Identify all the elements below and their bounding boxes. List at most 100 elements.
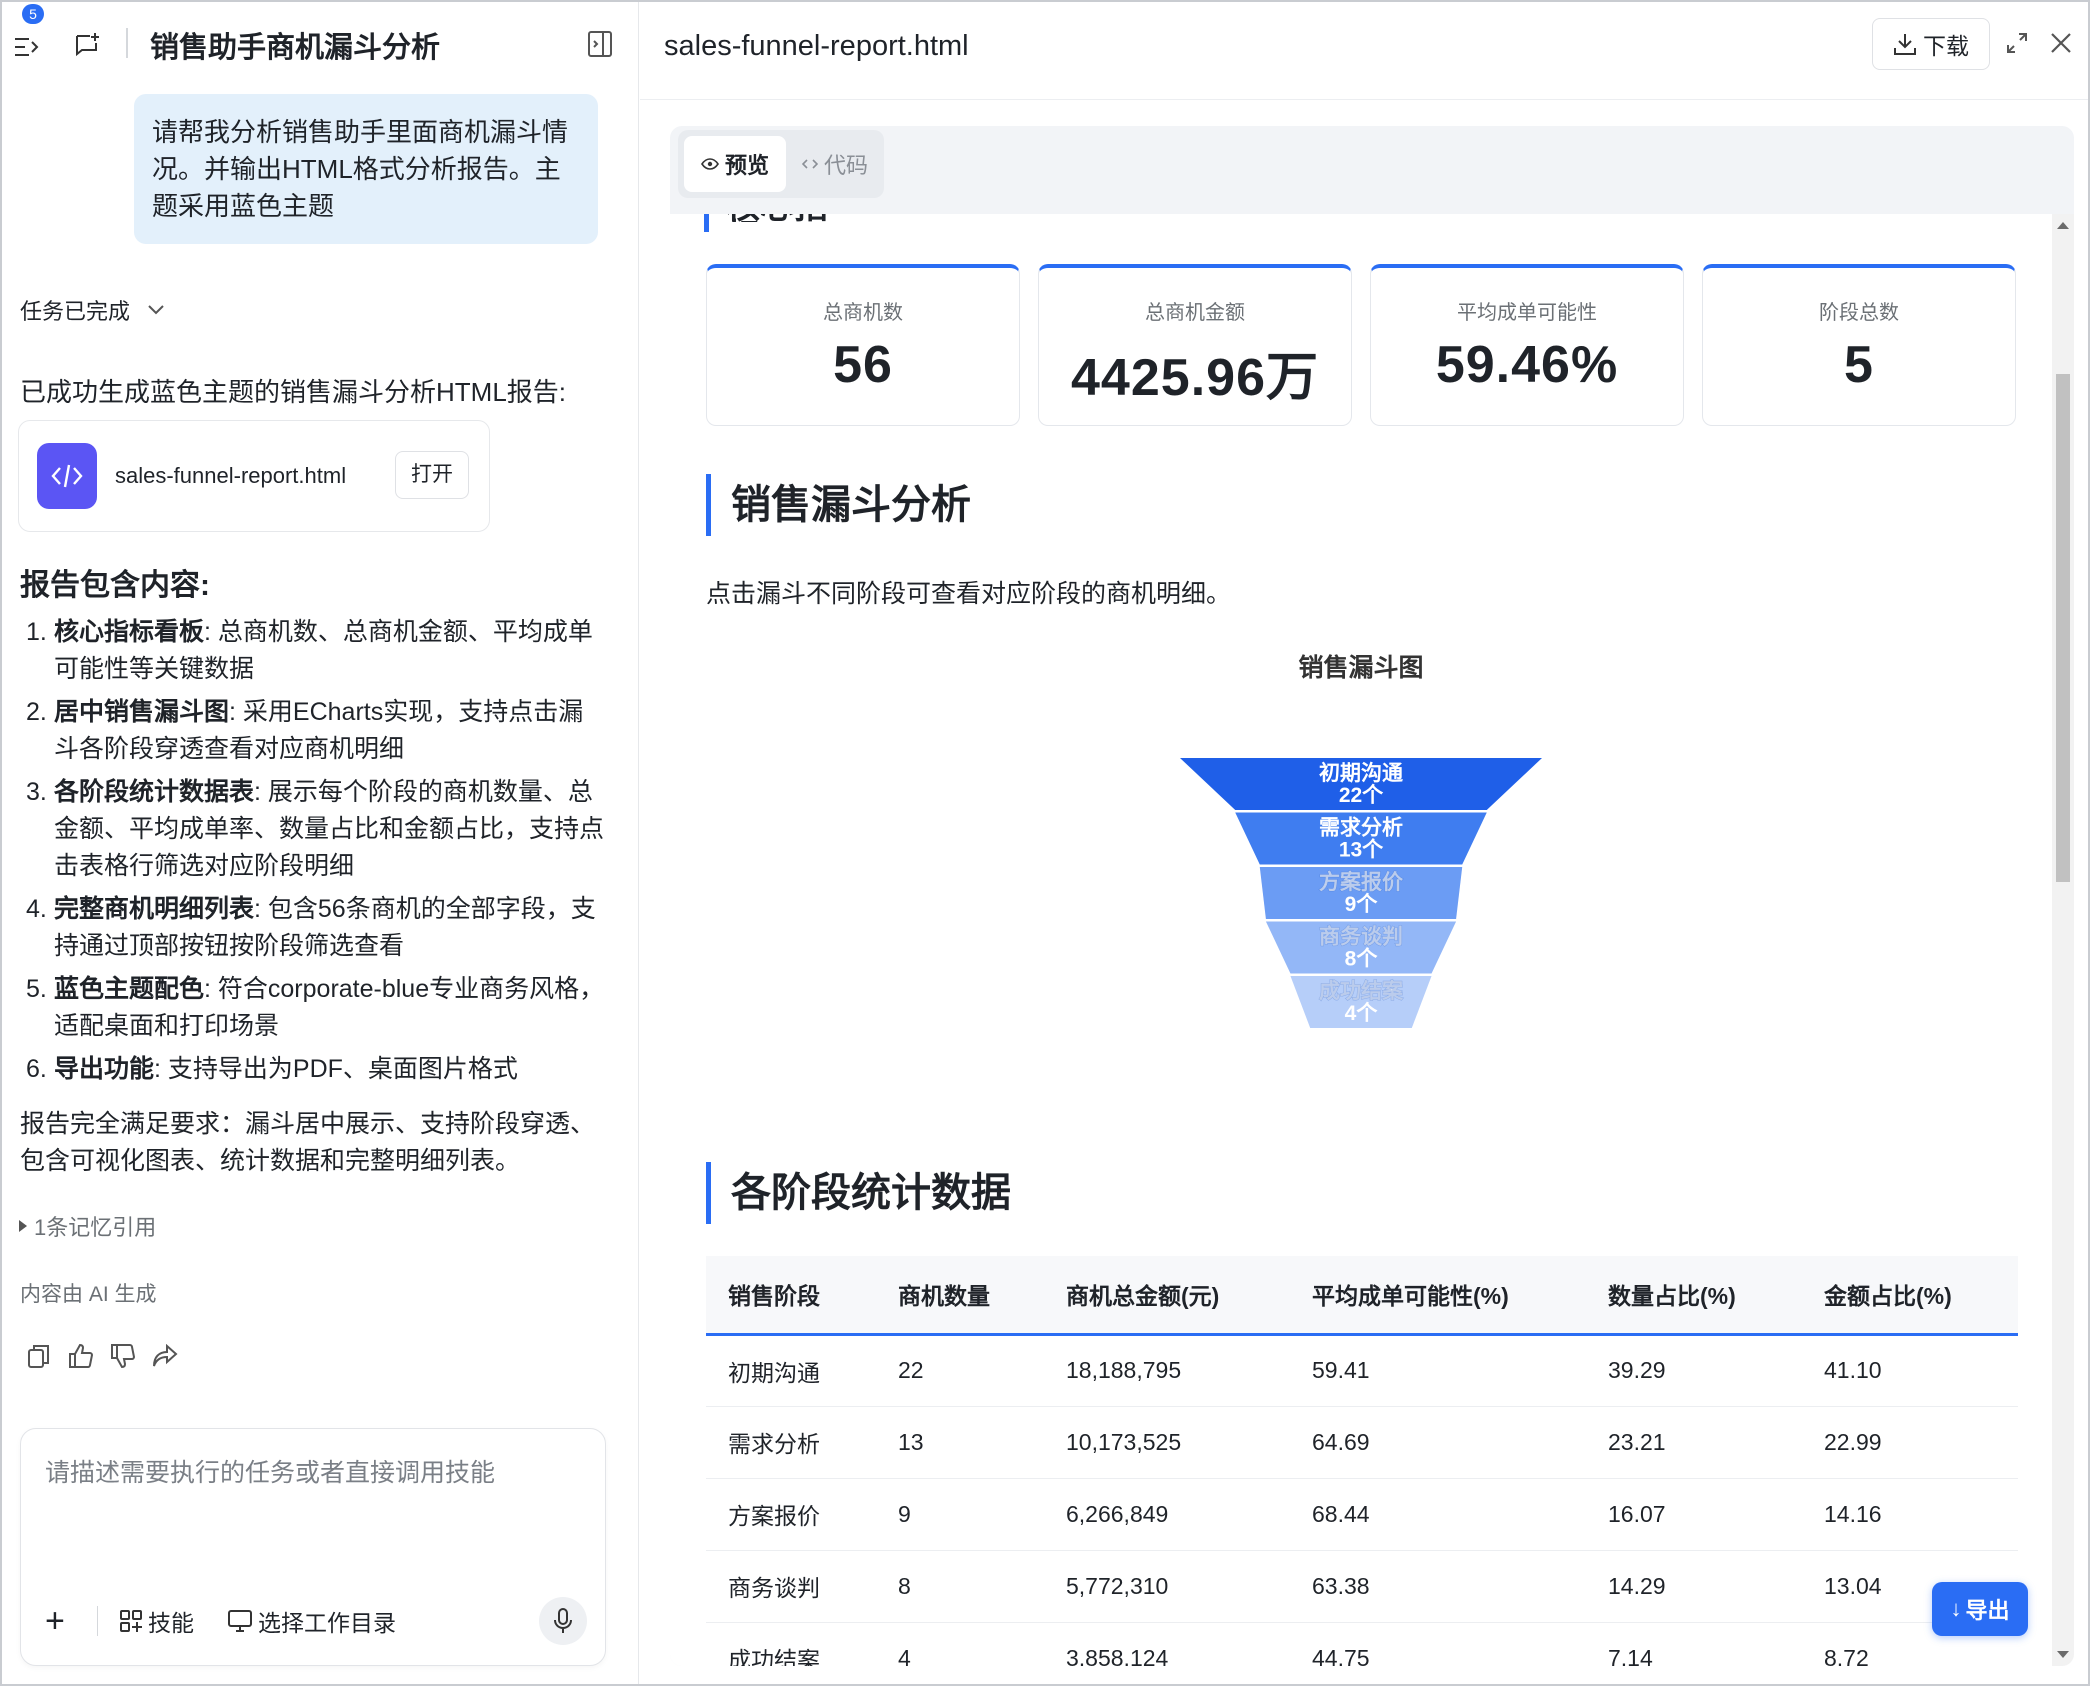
funnel-label: 商务谈判 <box>1319 925 1403 949</box>
funnel-label: 初期沟通 <box>1319 761 1403 785</box>
microphone-button[interactable] <box>539 1597 587 1645</box>
table-cell: 18,188,795 <box>1044 1334 1290 1407</box>
thumbs-down-icon[interactable] <box>110 1342 136 1370</box>
table-cell: 成功结案 <box>706 1622 876 1666</box>
kpi-label: 阶段总数 <box>1819 302 1899 324</box>
chart-title: 销售漏斗图 <box>1298 654 1424 682</box>
table-cell: 63.38 <box>1290 1550 1586 1623</box>
column-header: 销售阶段 <box>706 1256 876 1336</box>
report-document[interactable]: 核心指标 总商机数 56 总商机金额 4425.96万 平均成单可能性 59.4… <box>670 214 2074 1666</box>
preview-header: sales-funnel-report.html 下载 <box>640 2 2088 100</box>
task-status-label: 任务已完成 <box>20 299 131 324</box>
kpi-card: 平均成单可能性 59.46% <box>1370 264 1684 426</box>
table-cell: 23.21 <box>1586 1406 1802 1479</box>
report-contents-list: 1. 核心指标看板: 总商机数、总商机金额、平均成单可能性等关键数据 2. 居中销售… <box>26 614 606 1094</box>
table-cell: 方案报价 <box>706 1478 876 1551</box>
microphone-icon <box>554 1608 572 1633</box>
funnel-note: 点击漏斗不同阶段可查看对应阶段的商机明细。 <box>706 580 1232 608</box>
chat-input[interactable]: 请描述需要执行的任务或者直接调用技能 + 技能 选择工作目录 <box>20 1428 606 1666</box>
stats-table: 销售阶段 商机数量 商机总金额(元) 平均成单可能性(%) 数量占比(%) 金额… <box>706 1256 2018 1666</box>
close-icon[interactable] <box>2050 32 2072 59</box>
view-tabs: 预览 代码 <box>678 130 884 198</box>
funnel-chart[interactable]: 初期沟通22个需求分析13个方案报价9个商务谈判8个成功结案4个 <box>670 734 2052 1034</box>
table-cell: 22 <box>876 1334 1044 1407</box>
table-row[interactable]: 成功结案 4 3,858,124 44.75 7.14 8.72 <box>706 1622 2018 1666</box>
select-workdir-button[interactable]: 选择工作目录 <box>228 1604 396 1638</box>
table-header-row: 销售阶段 商机数量 商机总金额(元) 平均成单可能性(%) 数量占比(%) 金额… <box>706 1256 2018 1336</box>
user-message: 请帮我分析销售助手里面商机漏斗情况。并输出HTML格式分析报告。主题采用蓝色主题 <box>134 94 598 244</box>
list-item: 2. 居中销售漏斗图: 采用ECharts实现，支持点击漏斗各阶段穿透查看对应商机… <box>26 698 584 763</box>
table-cell: 22.99 <box>1802 1406 2018 1479</box>
chat-panel: 5 销售助手商机漏斗分析 请帮我分析销售助手里面商机漏斗情况。并输出HTML格式… <box>2 2 639 1684</box>
table-cell: 41.10 <box>1802 1334 2018 1407</box>
code-file-icon <box>37 443 97 509</box>
scrollbar-thumb[interactable] <box>2056 374 2070 882</box>
funnel-label: 成功结案 <box>1319 979 1404 1003</box>
table-cell: 10,173,525 <box>1044 1406 1290 1479</box>
column-header: 商机总金额(元) <box>1044 1256 1290 1336</box>
code-icon <box>801 159 818 169</box>
table-row[interactable]: 方案报价 9 6,266,849 68.44 16.07 14.16 <box>706 1478 2018 1551</box>
vertical-scrollbar[interactable] <box>2052 214 2074 1666</box>
kpi-value: 4425.96万 <box>1071 349 1319 407</box>
funnel-value-label: 8个 <box>1345 948 1379 971</box>
download-label: 下载 <box>1923 33 1969 59</box>
monitor-icon <box>228 1610 252 1632</box>
stats-section-title: 各阶段统计数据 <box>706 1162 1011 1224</box>
table-row[interactable]: 商务谈判 8 5,772,310 63.38 14.29 13.04 <box>706 1550 2018 1623</box>
copy-icon[interactable] <box>26 1342 52 1370</box>
task-status-toggle[interactable]: 任务已完成 <box>20 294 164 326</box>
memory-reference-toggle[interactable]: 1条记忆引用 <box>18 1210 156 1242</box>
table-cell: 3,858,124 <box>1044 1622 1290 1666</box>
chat-input-placeholder: 请描述需要执行的任务或者直接调用技能 <box>45 1459 496 1487</box>
new-chat-icon[interactable] <box>70 28 104 62</box>
add-icon[interactable]: + <box>45 1602 75 1641</box>
section-accent-bar <box>704 214 709 232</box>
ai-generated-note: 内容由 AI 生成 <box>20 1283 157 1306</box>
scroll-down-icon[interactable] <box>2057 1651 2069 1658</box>
reply-intro: 已成功生成蓝色主题的销售漏斗分析HTML报告: <box>20 377 567 407</box>
eye-icon <box>701 158 719 170</box>
export-label: 导出 <box>1965 1598 2010 1623</box>
notification-badge: 5 <box>22 4 44 24</box>
thumbs-up-icon[interactable] <box>68 1342 94 1370</box>
download-icon <box>1894 34 1916 55</box>
file-card[interactable]: sales-funnel-report.html 打开 <box>18 420 490 532</box>
grid-icon <box>120 1610 142 1632</box>
input-toolbar: + 技能 选择工作目录 <box>45 1601 430 1641</box>
scroll-up-icon[interactable] <box>2057 222 2069 229</box>
preview-filename: sales-funnel-report.html <box>664 30 969 62</box>
table-cell: 9 <box>876 1478 1044 1551</box>
export-button[interactable]: ↓ 导出 <box>1932 1582 2028 1636</box>
funnel-section-title: 销售漏斗分析 <box>706 474 971 536</box>
table-cell: 13 <box>876 1406 1044 1479</box>
preview-area: 预览 代码 核心指标 总商机数 56 总商机金额 4425.96万 平 <box>670 126 2074 1666</box>
tab-code[interactable]: 代码 <box>792 136 878 192</box>
table-row[interactable]: 需求分析 13 10,173,525 64.69 23.21 22.99 <box>706 1406 2018 1479</box>
kpi-label: 总商机数 <box>823 302 903 324</box>
column-header: 商机数量 <box>876 1256 1044 1336</box>
kpi-label: 平均成单可能性 <box>1457 302 1597 324</box>
open-file-button[interactable]: 打开 <box>395 451 469 499</box>
table-row[interactable]: 初期沟通 22 18,188,795 59.41 39.29 41.10 <box>706 1334 2018 1407</box>
table-cell: 64.69 <box>1290 1406 1586 1479</box>
kpi-value: 56 <box>833 336 893 394</box>
expand-icon[interactable] <box>2006 32 2028 59</box>
share-icon[interactable] <box>152 1342 178 1370</box>
panel-toggle-icon[interactable] <box>586 30 614 58</box>
memory-reference-label: 1条记忆引用 <box>34 1215 157 1240</box>
report-contents-title: 报告包含内容: <box>20 569 210 602</box>
download-button[interactable]: 下载 <box>1872 18 1990 70</box>
kpi-cards: 总商机数 56 总商机金额 4425.96万 平均成单可能性 59.46% 阶段… <box>706 264 2018 426</box>
tab-preview[interactable]: 预览 <box>684 136 786 192</box>
table-cell: 14.29 <box>1586 1550 1802 1623</box>
funnel-value-label: 4个 <box>1345 1002 1379 1025</box>
chevron-down-icon <box>148 305 164 315</box>
list-item: 3. 各阶段统计数据表: 展示每个阶段的商机数量、总金额、平均成单率、数量占比和金… <box>26 778 605 880</box>
funnel-value-label: 13个 <box>1339 839 1384 862</box>
menu-collapse-icon[interactable] <box>12 32 42 62</box>
list-item: 6. 导出功能: 支持导出为PDF、桌面图片格式 <box>26 1055 518 1083</box>
skills-button[interactable]: 技能 <box>120 1604 194 1638</box>
workdir-label: 选择工作目录 <box>258 1610 396 1636</box>
kpi-value: 5 <box>1844 336 1874 394</box>
